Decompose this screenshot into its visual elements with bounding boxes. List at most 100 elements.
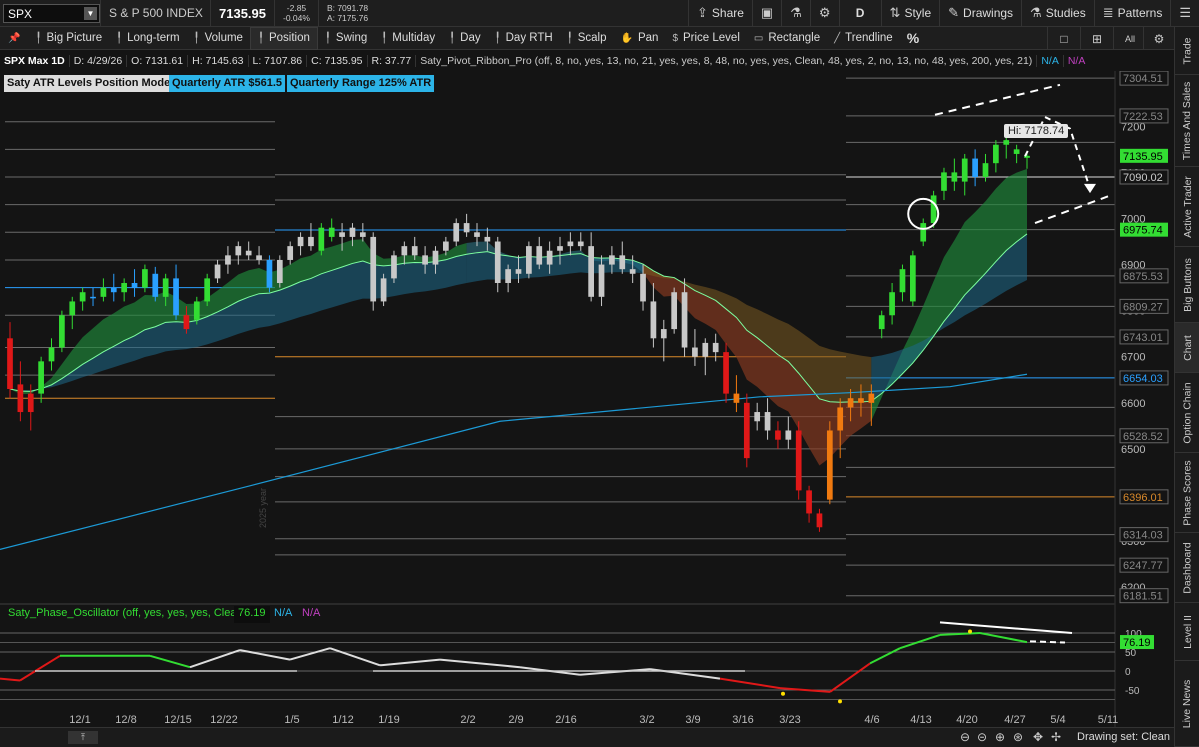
candle-body bbox=[764, 412, 771, 431]
candle-body bbox=[266, 259, 273, 288]
net-change: -2.85 -0.04% bbox=[274, 0, 318, 27]
studies-button[interactable]: ⚗ Studies bbox=[1021, 0, 1094, 27]
price-tag-label: 7090.02 bbox=[1123, 172, 1163, 184]
cursor-icon[interactable]: ✢ bbox=[1051, 730, 1061, 744]
sidebar-tab-trade[interactable]: Trade bbox=[1175, 27, 1199, 75]
share-button[interactable]: ⇪ Share bbox=[687, 0, 752, 27]
price-tag-label: 6654.03 bbox=[1123, 373, 1163, 385]
candle-body bbox=[837, 407, 844, 431]
collapse-icon: ⤒ bbox=[81, 732, 85, 742]
crosshair-icon[interactable]: ✥ bbox=[1033, 730, 1043, 744]
sidebar-tab-times-and-sales[interactable]: Times And Sales bbox=[1175, 75, 1199, 167]
candle-icon: ╿ bbox=[193, 32, 200, 44]
date-tick-label: 2/2 bbox=[460, 714, 475, 726]
preset-volume[interactable]: ╿ Volume bbox=[187, 27, 250, 50]
more-button[interactable]: ☰ bbox=[1170, 0, 1199, 27]
sidebar-tab-phase-scores[interactable]: Phase Scores bbox=[1175, 453, 1199, 533]
oscillator-line bbox=[379, 658, 441, 667]
sidebar-tab-chart[interactable]: Chart bbox=[1175, 323, 1199, 373]
candle-icon: ╿ bbox=[381, 32, 388, 44]
preset-multiday[interactable]: ╿ Multiday bbox=[374, 27, 442, 50]
drawings-button[interactable]: ✎ Drawings bbox=[939, 0, 1021, 27]
candle-body bbox=[660, 329, 667, 339]
candle-body bbox=[235, 246, 242, 256]
candle-body bbox=[775, 430, 781, 440]
gear-icon: ⚙ bbox=[1153, 31, 1165, 46]
sidebar-tab-dashboard[interactable]: Dashboard bbox=[1175, 533, 1199, 603]
candle-body bbox=[110, 287, 117, 293]
candle-body bbox=[401, 246, 408, 256]
square-icon: □ bbox=[1060, 31, 1068, 46]
layout-icon: ▣ bbox=[760, 5, 774, 20]
flask-button[interactable]: ⚗ bbox=[781, 0, 810, 27]
candle-body bbox=[48, 347, 55, 362]
date-tick-label: 3/9 bbox=[685, 714, 700, 726]
sidebar-tab-option-chain[interactable]: Option Chain bbox=[1175, 373, 1199, 453]
oscillator-line bbox=[189, 649, 241, 669]
candle-body bbox=[204, 278, 211, 302]
right-sidebar: Trade Times And Sales Active Trader Big … bbox=[1174, 27, 1199, 747]
settings-button[interactable]: ⚙ bbox=[809, 0, 839, 27]
preset-day-rth[interactable]: ╿ Day RTH bbox=[488, 27, 560, 50]
candle-body bbox=[370, 236, 377, 302]
candle-body bbox=[1013, 149, 1020, 154]
candle-body bbox=[79, 292, 86, 302]
oscillator-dot bbox=[781, 691, 785, 696]
grid-button[interactable]: ⊞ bbox=[1080, 27, 1113, 50]
symbol-input[interactable]: SPX ▼ bbox=[3, 3, 100, 23]
study-label[interactable]: Saty_Pivot_Ribbon_Pro (off, 8, no, yes, … bbox=[416, 55, 1038, 67]
gear-icon: ⚙ bbox=[818, 5, 831, 20]
date-tick-label: 1/12 bbox=[332, 714, 353, 726]
style-button[interactable]: ⇅ Style bbox=[880, 0, 940, 27]
preset-day[interactable]: ╿ Day bbox=[442, 27, 487, 50]
rectangle-tool[interactable]: ▭ Rectangle bbox=[747, 27, 827, 50]
candle-body bbox=[453, 223, 460, 242]
price-tag-label: 6809.27 bbox=[1123, 301, 1163, 313]
pin-button[interactable]: 📌 bbox=[0, 27, 28, 50]
oscillator-title[interactable]: Saty_Phase_Oscillator (off, yes, yes, ye… bbox=[4, 606, 250, 623]
symbol-dropdown-icon[interactable]: ▼ bbox=[84, 6, 97, 20]
collapse-button[interactable]: ⤒ bbox=[68, 731, 98, 744]
preset-long-term[interactable]: ╿ Long-term bbox=[109, 27, 186, 50]
pin-icon: 📌 bbox=[8, 32, 21, 44]
oscillator-line bbox=[899, 633, 941, 650]
candle-body bbox=[1003, 140, 1010, 145]
zoom-in-icon[interactable]: ⊕ bbox=[995, 730, 1005, 744]
reset-zoom-icon[interactable]: ⊛ bbox=[1013, 730, 1023, 744]
date-tick-label: 3/23 bbox=[779, 714, 800, 726]
patterns-button[interactable]: ≣ Patterns bbox=[1093, 0, 1171, 27]
chart-settings-button[interactable]: ⚙ bbox=[1143, 27, 1174, 50]
price-chart[interactable]: 7200710070006900680067006600650064006300… bbox=[0, 71, 1174, 727]
sidebar-tab-big-buttons[interactable]: Big Buttons bbox=[1175, 247, 1199, 323]
oscillator-level-label: -50 bbox=[1125, 686, 1140, 697]
candle-body bbox=[287, 246, 294, 260]
price-tag-label: 6528.52 bbox=[1123, 431, 1163, 443]
oscillator-line bbox=[0, 677, 21, 682]
preset-swing[interactable]: ╿ Swing bbox=[318, 27, 374, 50]
candle-body bbox=[318, 227, 325, 251]
zoom-out-icon[interactable]: ⊖ bbox=[960, 730, 970, 744]
single-layout-button[interactable]: □ bbox=[1047, 27, 1080, 50]
zoom-icon[interactable]: ⊝ bbox=[977, 730, 987, 744]
price-tag-label: 6314.03 bbox=[1123, 530, 1163, 542]
price-level-tool[interactable]: $ Price Level bbox=[665, 27, 746, 50]
candle-body bbox=[847, 398, 854, 408]
preset-scalp[interactable]: ╿ Scalp bbox=[560, 27, 614, 50]
drawing-set-label[interactable]: Drawing set: Clean bbox=[1077, 731, 1170, 743]
price-tag-label: 6875.53 bbox=[1123, 271, 1163, 283]
candle-body bbox=[214, 264, 221, 279]
percent-tool[interactable]: % bbox=[900, 27, 926, 50]
trendline-tool[interactable]: ╱ Trendline bbox=[827, 27, 900, 50]
oscillator-line bbox=[869, 647, 901, 665]
aggregation-button[interactable]: D bbox=[838, 0, 881, 27]
sidebar-tab-active-trader[interactable]: Active Trader bbox=[1175, 167, 1199, 247]
candle-body bbox=[349, 227, 356, 237]
sidebar-tab-level-ii[interactable]: Level II bbox=[1175, 603, 1199, 661]
preset-position[interactable]: ╿ Position bbox=[249, 26, 318, 50]
preset-big-picture[interactable]: ╿ Big Picture bbox=[28, 27, 109, 50]
pan-tool[interactable]: ✋ Pan bbox=[614, 27, 666, 50]
price-tick-label: 6600 bbox=[1121, 398, 1145, 410]
sidebar-tab-live-news[interactable]: Live News bbox=[1175, 661, 1199, 747]
all-button[interactable]: All bbox=[1113, 27, 1146, 50]
grid-layout-button[interactable]: ▣ bbox=[751, 0, 781, 27]
